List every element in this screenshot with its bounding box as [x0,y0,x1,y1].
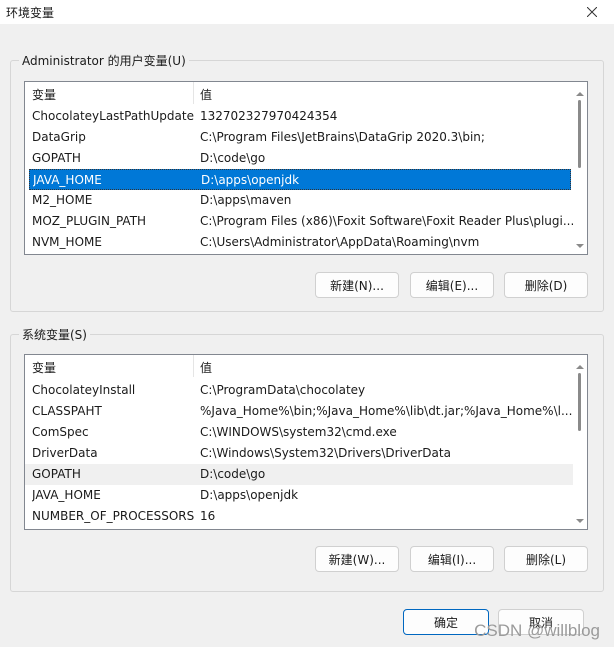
table-row[interactable]: NVM_HOME C:\Users\Administrator\AppData\… [25,232,573,253]
variable-value: 16 [200,509,216,523]
system-new-button[interactable]: 新建(W)... [315,546,399,572]
table-row[interactable]: MOZ_PLUGIN_PATH C:\Program Files (x86)\F… [25,211,573,232]
watermark: CSDN @willblog [474,621,600,640]
system-variables-list[interactable]: 变量 值 ChocolateyInstall C:\ProgramData\ch… [24,354,588,530]
variable-name: M2_HOME [32,193,93,207]
scroll-up-icon[interactable] [576,90,584,98]
list-header: 变量 值 [25,355,587,377]
variable-value: C:\Program Files\JetBrains\DataGrip 2020… [200,130,485,144]
column-header-name[interactable]: 变量 [32,359,56,376]
variable-name: JAVA_HOME [32,488,101,502]
user-variables-title: Administrator 的用户变量(U) [19,52,189,69]
table-row[interactable]: DriverData C:\Windows\System32\Drivers\D… [25,443,573,464]
table-row[interactable]: NUMBER_OF_PROCESSORS 16 [25,506,573,527]
variable-name: NVM_HOME [32,235,102,249]
variable-value: D:\code\go [200,467,266,481]
system-edit-button[interactable]: 编辑(I)... [410,546,494,572]
table-row[interactable]: M2_HOME D:\apps\maven [25,190,573,211]
scroll-down-icon[interactable] [576,517,584,525]
variable-name: MOZ_PLUGIN_PATH [32,214,147,228]
list-header: 变量 值 [25,82,587,104]
table-row[interactable]: ChocolateyInstall C:\ProgramData\chocola… [25,380,573,401]
title-bar: 环境变量 [0,0,614,24]
variable-name: ChocolateyLastPathUpdate [32,109,194,123]
table-row-inactive-selected[interactable]: GOPATH D:\code\go [25,464,573,485]
variable-value: D:\apps\openjdk [201,173,300,187]
user-variables-group: Administrator 的用户变量(U) 变量 值 ChocolateyLa… [10,52,604,312]
variable-value: 132702327970424354 [200,109,338,123]
column-header-value[interactable]: 值 [200,359,212,376]
variable-name: JAVA_HOME [33,173,102,187]
close-button[interactable] [576,0,608,24]
scrollbar-thumb[interactable] [578,373,581,431]
table-row-selected[interactable]: JAVA_HOME D:\apps\openjdk [29,169,571,190]
user-edit-button[interactable]: 编辑(E)... [410,272,494,298]
variable-value: D:\apps\openjdk [200,488,299,502]
system-variables-group: 系统变量(S) 变量 值 ChocolateyInstall C:\Progra… [10,326,604,592]
table-row[interactable]: GOPATH D:\code\go [25,148,573,169]
column-header-value[interactable]: 值 [200,86,212,103]
variable-value: C:\Program Files (x86)\Foxit Software\Fo… [200,214,573,228]
column-divider[interactable] [193,355,194,377]
user-variables-list[interactable]: 变量 值 ChocolateyLastPathUpdate 1327023279… [24,81,588,255]
system-variables-title: 系统变量(S) [19,326,90,343]
vertical-scrollbar[interactable] [573,355,587,529]
column-header-name[interactable]: 变量 [32,86,56,103]
table-row[interactable]: ComSpec C:\WINDOWS\system32\cmd.exe [25,422,573,443]
column-divider[interactable] [193,82,194,104]
system-delete-button[interactable]: 删除(L) [504,546,588,572]
table-row[interactable]: JAVA_HOME D:\apps\openjdk [25,485,573,506]
scroll-down-icon[interactable] [576,242,584,250]
table-row[interactable]: CLASSPAHT %Java_Home%\bin;%Java_Home%\li… [25,401,573,422]
variable-name: GOPATH [32,151,81,165]
variable-value: D:\code\go [200,151,266,165]
variable-name: DataGrip [32,130,86,144]
close-icon [587,7,597,17]
user-delete-button[interactable]: 删除(D) [504,272,588,298]
variable-name: GOPATH [32,467,81,481]
variable-value: D:\apps\maven [200,193,292,207]
variable-value: C:\Windows\System32\Drivers\DriverData [200,446,451,460]
vertical-scrollbar[interactable] [573,82,587,254]
variable-value: C:\ProgramData\chocolatey [200,383,366,397]
variable-name: NUMBER_OF_PROCESSORS [32,509,194,523]
variable-value: %Java_Home%\bin;%Java_Home%\lib\dt.jar;%… [200,404,573,418]
variable-name: DriverData [32,446,98,460]
variable-name: ComSpec [32,425,89,439]
scroll-up-icon[interactable] [576,363,584,371]
table-row[interactable]: DataGrip C:\Program Files\JetBrains\Data… [25,127,573,148]
table-row[interactable]: ChocolateyLastPathUpdate 132702327970424… [25,106,573,127]
scrollbar-thumb[interactable] [578,100,581,168]
window-title: 环境变量 [6,6,55,20]
variable-name: CLASSPAHT [32,404,102,418]
variable-value: C:\Users\Administrator\AppData\Roaming\n… [200,235,480,249]
variable-name: ChocolateyInstall [32,383,136,397]
variable-value: C:\WINDOWS\system32\cmd.exe [200,425,397,439]
user-new-button[interactable]: 新建(N)... [315,272,399,298]
